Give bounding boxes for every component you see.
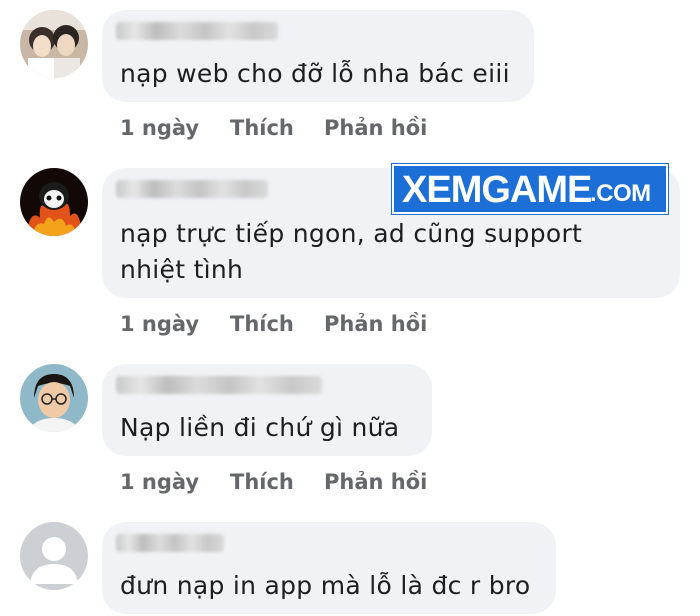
timestamp-link[interactable]: 1 ngày [120, 116, 199, 140]
author-name-redacted [116, 180, 268, 198]
boy-glasses-avatar[interactable] [20, 364, 88, 432]
comment-text: nạp web cho đỡ lỗ nha bác eiii [120, 59, 510, 88]
default-avatar[interactable] [20, 522, 88, 590]
reply-button[interactable]: Phản hồi [324, 116, 427, 140]
author-name-redacted [116, 376, 322, 394]
like-button[interactable]: Thích [230, 470, 294, 494]
timestamp-link[interactable]: 1 ngày [120, 312, 199, 336]
anime-avatar[interactable] [20, 10, 88, 78]
comment-text-line-1: nạp trực tiếp ngon, ad cũng support [120, 219, 583, 248]
xemgame-watermark-logo: XEMGAME .COM [392, 164, 668, 214]
watermark-main-text: XEMGAME [402, 169, 592, 211]
author-name-redacted [116, 22, 278, 40]
author-name-redacted [116, 534, 224, 552]
like-button[interactable]: Thích [230, 312, 294, 336]
comment-text: Nạp liền đi chứ gì nữa [120, 413, 400, 442]
comment-bubble: nạp web cho đỡ lỗ nha bác eiii [102, 10, 534, 102]
reply-button[interactable]: Phản hồi [324, 470, 427, 494]
timestamp-link[interactable]: 1 ngày [120, 470, 199, 494]
comment-text: đưn nạp in app mà lỗ là đc r bro [120, 571, 531, 600]
like-button[interactable]: Thích [230, 116, 294, 140]
sloth-fire-avatar[interactable] [20, 168, 88, 236]
comment-bubble: Nạp liền đi chứ gì nữa [102, 364, 432, 456]
reply-button[interactable]: Phản hồi [324, 312, 427, 336]
comment-text-line-2: nhiệt tình [120, 255, 244, 284]
watermark-domain-text: .COM [590, 180, 651, 207]
comment-bubble: đưn nạp in app mà lỗ là đc r bro [102, 522, 556, 614]
